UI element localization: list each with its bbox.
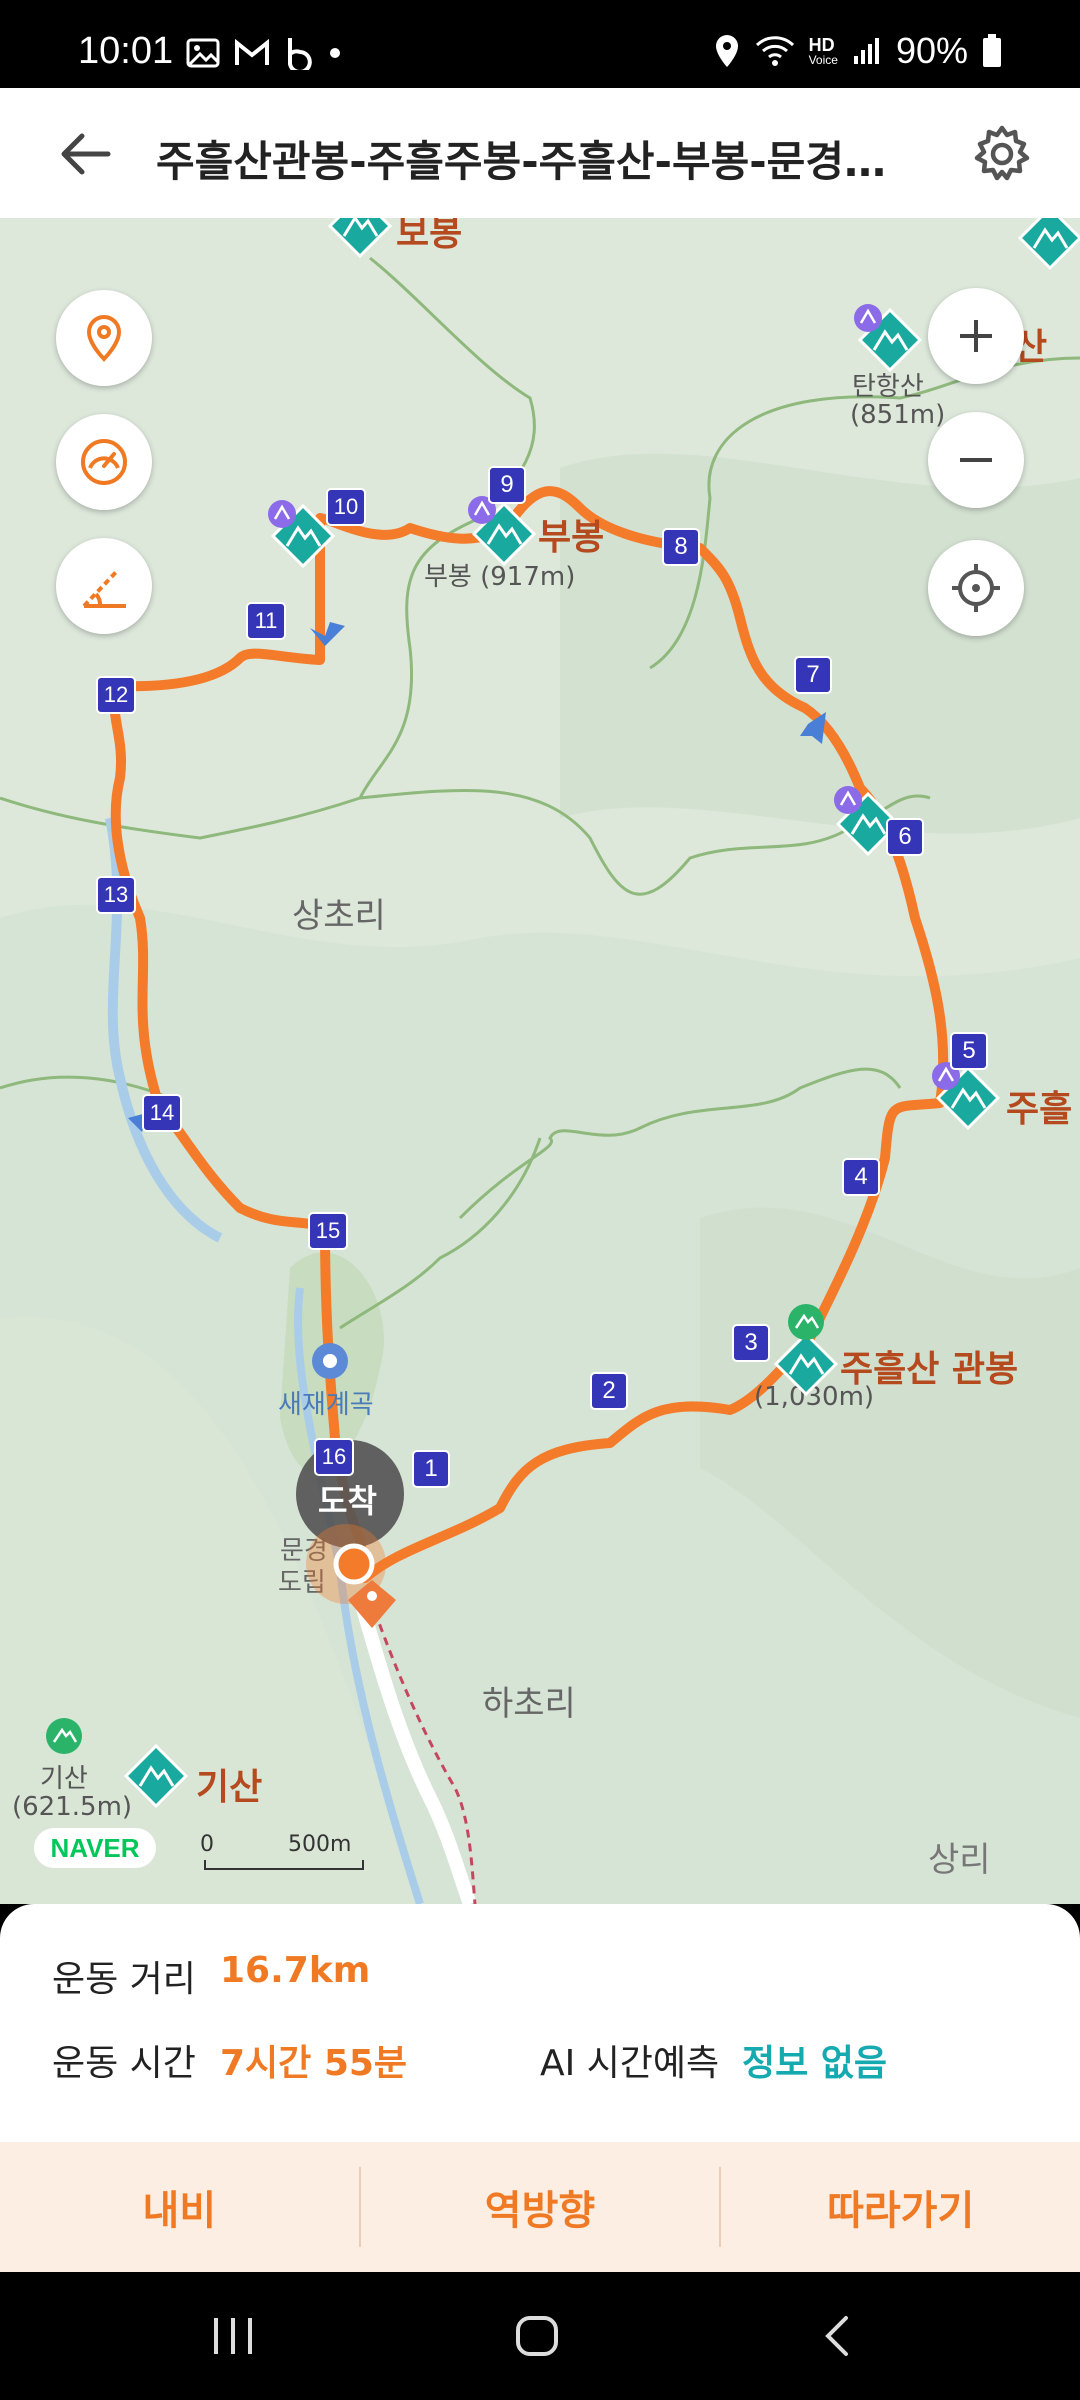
waypoint-9[interactable]: 9 (488, 466, 526, 504)
reverse-direction-button[interactable]: 역방향 (361, 2142, 720, 2272)
status-time: 10:01 (78, 30, 174, 72)
b-app-icon (288, 38, 312, 70)
minus-icon (960, 458, 992, 462)
action-bar: 내비 역방향 따라가기 (0, 2142, 1080, 2272)
peak-icon-bobong (328, 218, 392, 258)
route-map[interactable]: 상초리 하초리 상리 새재계곡 문경 도립 부봉 부봉 (917m) 탄항산 (… (0, 218, 1080, 1904)
zoom-in-button[interactable] (928, 288, 1024, 384)
scale-bar (204, 1860, 364, 1870)
naver-logo: NAVER (34, 1828, 156, 1868)
summit-pin-icon (832, 784, 864, 816)
scale-start-label: 0 (200, 1832, 214, 1857)
waypoint-14[interactable]: 14 (142, 1094, 182, 1132)
waypoint-5[interactable]: 5 (950, 1032, 988, 1070)
location-icon (715, 35, 738, 67)
summit-pin-icon (266, 498, 298, 530)
waypoint-3[interactable]: 3 (732, 1324, 770, 1362)
direction-chevron-icon (800, 712, 826, 744)
speed-gauge-button[interactable] (56, 414, 152, 510)
route-title: 주흘산관봉-주흘주봉-주흘산-부봉-문경새... (156, 137, 916, 186)
waypoint-8[interactable]: 8 (662, 528, 700, 566)
summit-pin-icon (852, 302, 884, 334)
speedometer-icon (81, 439, 127, 485)
waypoint-11[interactable]: 11 (246, 602, 286, 640)
route-summary-panel: 운동 거리 16.7km 운동 시간 7시간 55분 AI 시간예측 정보 없음 (0, 1904, 1080, 2144)
valley-icon (312, 1343, 348, 1379)
signal-icon (853, 38, 879, 64)
waypoint-16[interactable]: 16 (314, 1438, 354, 1476)
peak-icon-gwanbong (774, 1332, 838, 1396)
ai-estimate-label: AI 시간예측 (540, 2043, 720, 2084)
waypoint-12[interactable]: 12 (96, 676, 136, 714)
gmail-icon (235, 39, 269, 65)
slope-button[interactable] (56, 538, 152, 634)
battery-icon (983, 34, 1001, 67)
waypoint-4[interactable]: 4 (842, 1158, 880, 1196)
location-pin-icon (86, 314, 122, 362)
crosshair-icon (952, 564, 1000, 612)
my-location-button[interactable] (928, 540, 1024, 636)
plus-icon (960, 320, 992, 352)
waypoint-13[interactable]: 13 (96, 876, 136, 914)
waypoint-10[interactable]: 10 (326, 488, 366, 526)
mountain-small-icon (46, 1718, 82, 1754)
wifi-icon (755, 36, 794, 66)
waypoint-1[interactable]: 1 (412, 1450, 450, 1488)
waypoint-6[interactable]: 6 (886, 818, 924, 856)
home-icon[interactable] (512, 2312, 562, 2360)
peak-icon-topright (1018, 218, 1080, 270)
direction-chevron-icon (310, 622, 345, 646)
peak-icon-gisan (124, 1744, 188, 1808)
time-label: 운동 시간 (52, 2043, 196, 2084)
battery-percent: 90% (895, 30, 968, 71)
slope-angle-icon (82, 568, 126, 608)
distance-label: 운동 거리 (52, 1959, 196, 2000)
app-bar: 주흘산관봉-주흘주봉-주흘산-부봉-문경새... (0, 88, 1080, 218)
hd-voice-icon: HD Voice (808, 35, 838, 67)
gear-icon[interactable] (972, 124, 1032, 184)
time-value: 7시간 55분 (220, 2043, 408, 2084)
peak-icons-layer (46, 218, 1080, 1808)
scale-end-label: 500m (288, 1832, 352, 1857)
system-icons: HD Voice 90% (713, 30, 1002, 72)
notification-icons (186, 36, 342, 70)
navigation-button[interactable]: 내비 (0, 2142, 359, 2272)
follow-route-button[interactable]: 따라가기 (721, 2142, 1080, 2272)
waypoint-15[interactable]: 15 (308, 1212, 348, 1250)
waypoint-7[interactable]: 7 (794, 656, 832, 694)
ai-estimate-value: 정보 없음 (742, 2043, 888, 2084)
back-arrow-icon[interactable] (56, 124, 116, 184)
back-nav-icon[interactable] (818, 2312, 858, 2360)
system-nav-bar (0, 2272, 1080, 2400)
waypoint-2[interactable]: 2 (590, 1372, 628, 1410)
status-bar: 10:01 HD Voice 90% (0, 0, 1080, 88)
location-pin-button[interactable] (56, 290, 152, 386)
recent-apps-icon[interactable] (208, 2314, 258, 2358)
mountain-small-icon-2 (788, 1304, 824, 1340)
distance-value: 16.7km (220, 1950, 371, 1991)
zoom-out-button[interactable] (928, 412, 1024, 508)
dot-icon (330, 48, 340, 58)
gallery-icon (186, 38, 220, 68)
arrival-label: 도착 (318, 1482, 377, 1520)
